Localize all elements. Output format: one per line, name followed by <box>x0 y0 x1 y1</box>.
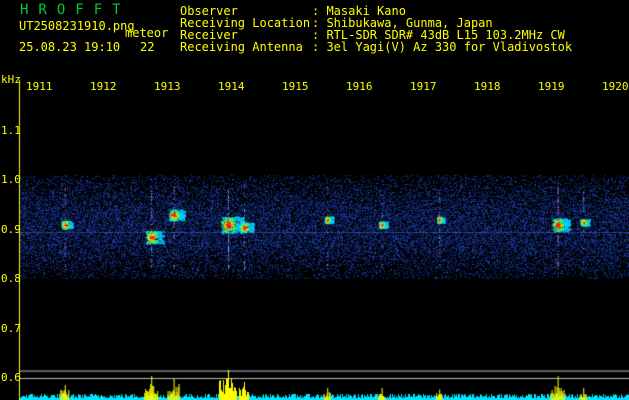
type-label: meteor <box>125 26 169 40</box>
x-tick-label: 1912 <box>90 80 117 93</box>
antenna-label: Receiving Antenna <box>180 40 303 54</box>
x-tick-label: 1913 <box>154 80 181 93</box>
spectrogram-canvas <box>0 0 629 400</box>
x-tick-label: 1920 <box>602 80 629 93</box>
x-tick-label: 1919 <box>538 80 565 93</box>
antenna-value: : 3el Yagi(V) Az 330 for Vladivostok <box>312 40 573 54</box>
y-tick-label: 0.7 <box>1 321 21 335</box>
filename-label: UT2508231910.png <box>19 19 135 33</box>
x-tick-label: 1914 <box>218 80 245 93</box>
y-tick-label: 1.0 <box>1 173 21 186</box>
page-number: 22 <box>140 40 155 54</box>
datetime-label: 25.08.23 19:10 <box>19 40 121 54</box>
y-axis-unit: kHz <box>1 73 21 86</box>
y-tick-label: 0.9 <box>1 222 21 236</box>
x-tick-label: 1915 <box>282 80 309 93</box>
x-tick-label: 1918 <box>474 80 501 93</box>
y-tick-label: 1.1 <box>1 123 21 137</box>
y-tick-label: 0.8 <box>1 272 21 285</box>
x-tick-label: 1917 <box>410 80 437 93</box>
x-tick-label: 1911 <box>26 80 53 93</box>
x-tick-label: 1916 <box>346 80 373 93</box>
brand-title: HROFFT <box>20 2 131 18</box>
y-tick-label: 0.6 <box>1 371 21 384</box>
